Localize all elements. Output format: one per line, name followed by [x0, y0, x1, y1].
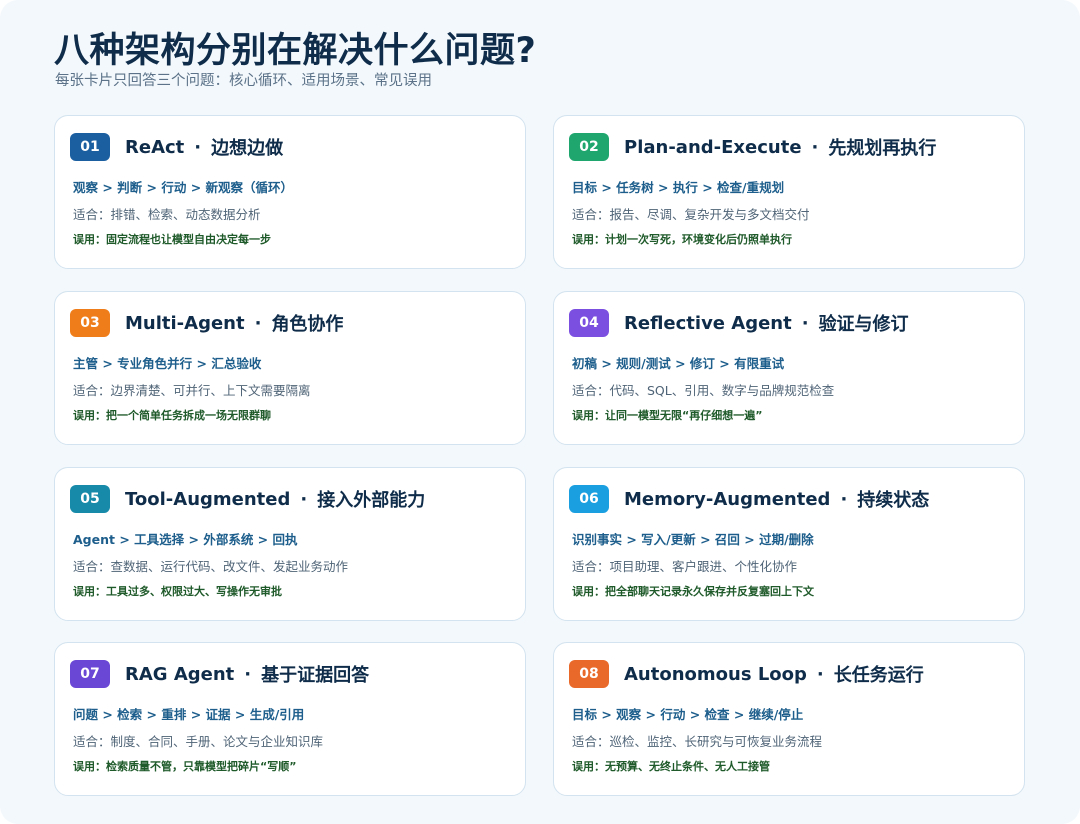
card-separator: · [801, 312, 809, 334]
card-flow: 目标 > 任务树 > 执行 > 检查/重规划 [572, 180, 785, 195]
card-separator: · [244, 663, 252, 685]
architecture-card-plan-and-execute: 02 Plan-and-Execute · 先规划再执行 目标 > 任务树 > … [553, 115, 1025, 269]
card-misuse: 误用：把全部聊天记录永久保存并反复塞回上下文 [572, 585, 814, 598]
card-number-badge: 03 [70, 309, 110, 337]
card-separator: · [300, 488, 308, 510]
card-misuse: 误用：让同一模型无限“再仔细想一遍” [572, 409, 763, 422]
card-header: 06 Memory-Augmented · 持续状态 [569, 485, 929, 513]
architecture-card-rag-agent: 07 RAG Agent · 基于证据回答 问题 > 检索 > 重排 > 证据 … [54, 642, 526, 796]
card-tagline: 接入外部能力 [317, 490, 426, 511]
card-suitable: 适合：边界清楚、可并行、上下文需要隔离 [73, 383, 311, 398]
card-number-badge: 04 [569, 309, 609, 337]
card-suitable: 适合：排错、检索、动态数据分析 [73, 207, 261, 222]
card-misuse: 误用：固定流程也让模型自由决定每一步 [73, 233, 271, 246]
card-number-badge: 08 [569, 660, 609, 688]
card-number-badge: 05 [70, 485, 110, 513]
card-flow: 问题 > 检索 > 重排 > 证据 > 生成/引用 [73, 707, 305, 722]
card-header: 01 ReAct · 边想边做 [70, 133, 283, 161]
card-tagline: 基于证据回答 [261, 665, 370, 686]
card-separator: · [254, 312, 262, 334]
card-number-badge: 02 [569, 133, 609, 161]
card-flow: 观察 > 判断 > 行动 > 新观察（循环） [73, 180, 294, 195]
card-flow: Agent > 工具选择 > 外部系统 > 回执 [73, 532, 298, 547]
card-name: Multi-Agent [125, 312, 245, 334]
card-name: Reflective Agent [624, 312, 792, 334]
card-number-badge: 01 [70, 133, 110, 161]
card-name: RAG Agent [125, 663, 235, 685]
card-suitable: 适合：查数据、运行代码、改文件、发起业务动作 [73, 559, 349, 574]
card-separator: · [816, 663, 824, 685]
card-suitable: 适合：项目助理、客户跟进、个性化协作 [572, 559, 798, 574]
card-name: Plan-and-Execute [624, 136, 802, 158]
card-tagline: 角色协作 [271, 314, 344, 335]
card-separator: · [811, 136, 819, 158]
card-misuse: 误用：计划一次写死，环境变化后仍照单执行 [572, 233, 792, 246]
architecture-card-autonomous-loop: 08 Autonomous Loop · 长任务运行 目标 > 观察 > 行动 … [553, 642, 1025, 796]
architecture-card-reflective-agent: 04 Reflective Agent · 验证与修订 初稿 > 规则/测试 >… [553, 291, 1025, 445]
card-header: 04 Reflective Agent · 验证与修订 [569, 309, 909, 337]
card-header: 03 Multi-Agent · 角色协作 [70, 309, 343, 337]
card-number-badge: 07 [70, 660, 110, 688]
card-tagline: 先规划再执行 [828, 138, 937, 159]
card-header: 05 Tool-Augmented · 接入外部能力 [70, 485, 425, 513]
card-name: Memory-Augmented [624, 488, 831, 510]
card-suitable: 适合：制度、合同、手册、论文与企业知识库 [73, 734, 324, 749]
architecture-card-multi-agent: 03 Multi-Agent · 角色协作 主管 > 专业角色并行 > 汇总验收… [54, 291, 526, 445]
card-name: ReAct [125, 136, 185, 158]
card-header: 07 RAG Agent · 基于证据回答 [70, 660, 369, 688]
architecture-card-memory-augmented: 06 Memory-Augmented · 持续状态 识别事实 > 写入/更新 … [553, 467, 1025, 621]
card-name: Tool-Augmented [125, 488, 291, 510]
card-flow: 识别事实 > 写入/更新 > 召回 > 过期/删除 [572, 532, 814, 547]
card-misuse: 误用：检索质量不管，只靠模型把碎片“写顺” [73, 760, 297, 773]
architecture-card-tool-augmented: 05 Tool-Augmented · 接入外部能力 Agent > 工具选择 … [54, 467, 526, 621]
card-flow: 初稿 > 规则/测试 > 修订 > 有限重试 [572, 356, 785, 371]
card-tagline: 长任务运行 [833, 665, 924, 686]
page-subtitle: 每张卡片只回答三个问题：核心循环、适用场景、常见误用 [55, 73, 432, 89]
card-flow: 目标 > 观察 > 行动 > 检查 > 继续/停止 [572, 707, 804, 722]
card-separator: · [840, 488, 848, 510]
card-tagline: 持续状态 [857, 490, 930, 511]
card-header: 02 Plan-and-Execute · 先规划再执行 [569, 133, 936, 161]
card-misuse: 误用：把一个简单任务拆成一场无限群聊 [73, 409, 271, 422]
card-header: 08 Autonomous Loop · 长任务运行 [569, 660, 924, 688]
card-suitable: 适合：代码、SQL、引用、数字与品牌规范检查 [572, 383, 835, 398]
page: 八种架构分别在解决什么问题? 每张卡片只回答三个问题：核心循环、适用场景、常见误… [0, 0, 1080, 824]
card-misuse: 误用：工具过多、权限过大、写操作无审批 [73, 585, 282, 598]
card-name: Autonomous Loop [624, 663, 807, 685]
card-flow: 主管 > 专业角色并行 > 汇总验收 [73, 356, 262, 371]
card-suitable: 适合：巡检、监控、长研究与可恢复业务流程 [572, 734, 823, 749]
page-title: 八种架构分别在解决什么问题? [54, 31, 537, 71]
card-tagline: 验证与修订 [818, 314, 909, 335]
card-tagline: 边想边做 [211, 138, 284, 159]
card-separator: · [194, 136, 202, 158]
architecture-card-react: 01 ReAct · 边想边做 观察 > 判断 > 行动 > 新观察（循环） 适… [54, 115, 526, 269]
card-misuse: 误用：无预算、无终止条件、无人工接管 [572, 760, 770, 773]
card-suitable: 适合：报告、尽调、复杂开发与多文档交付 [572, 207, 810, 222]
card-number-badge: 06 [569, 485, 609, 513]
